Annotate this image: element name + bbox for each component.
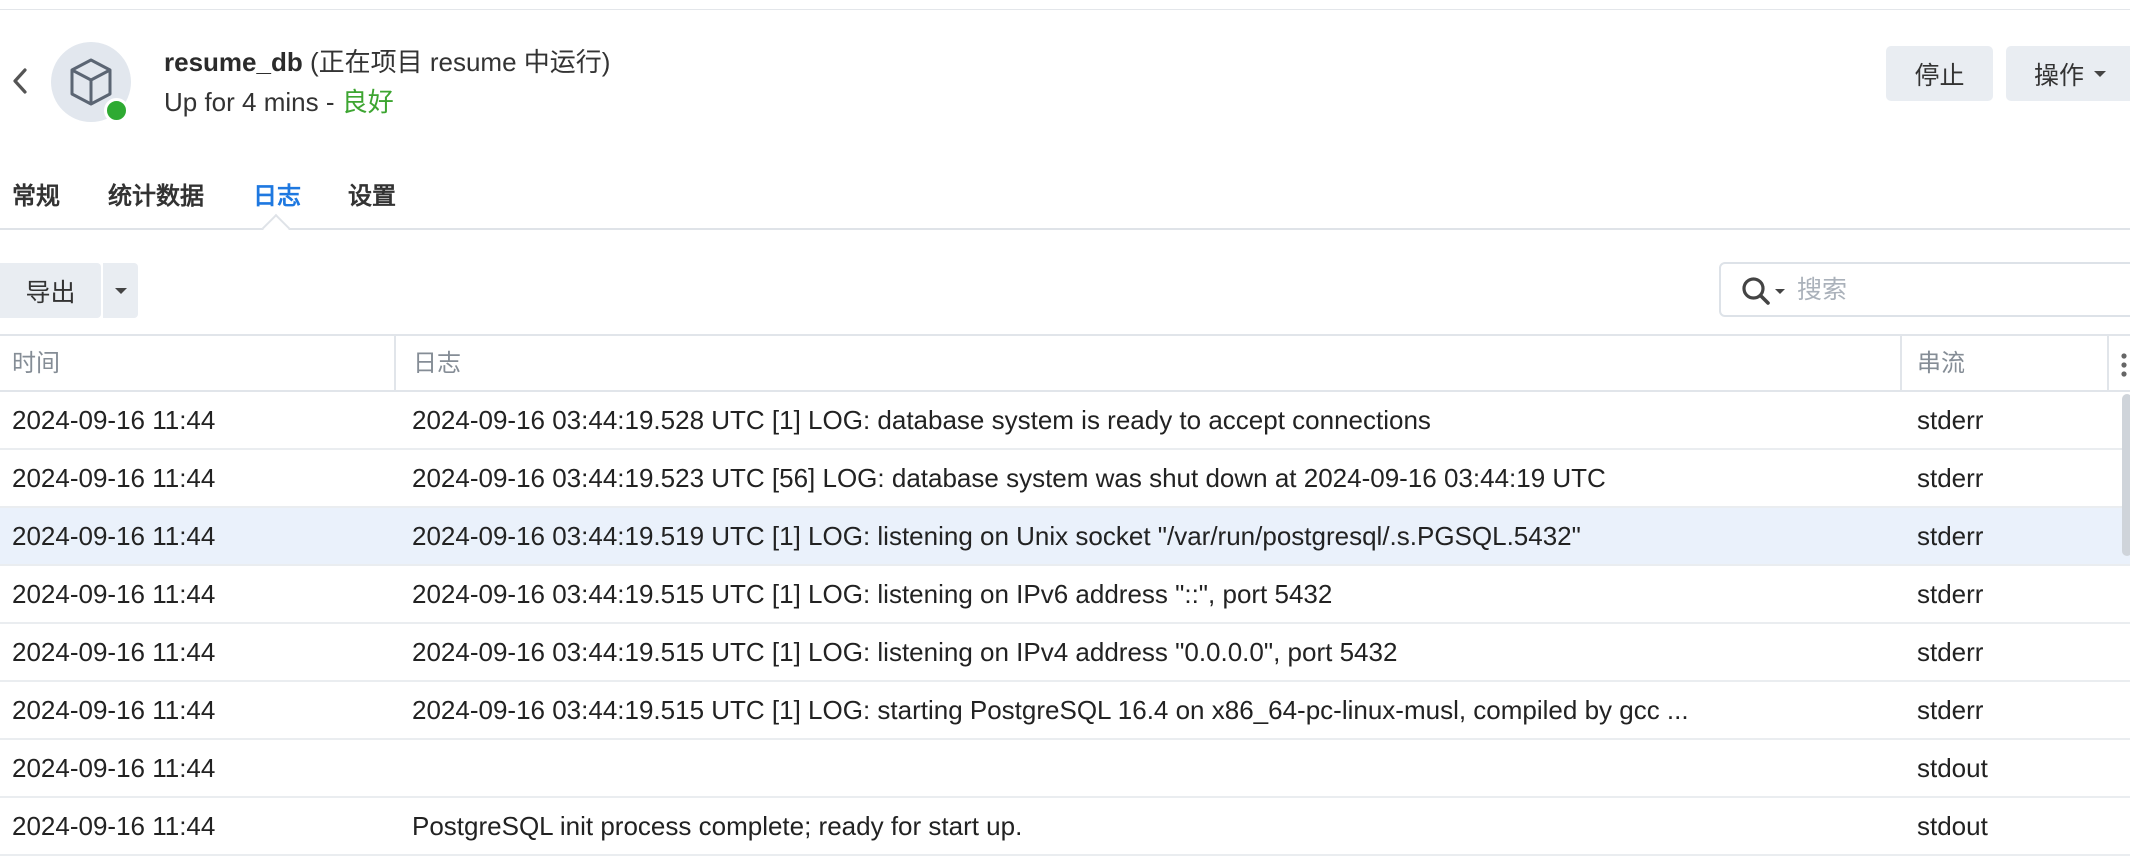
- cell-time: 2024-09-16 11:44: [12, 579, 216, 609]
- cell-time: 2024-09-16 11:44: [12, 405, 216, 435]
- cell-log: 2024-09-16 03:44:19.515 UTC [1] LOG: lis…: [412, 637, 1398, 667]
- tab-divider: [0, 228, 2130, 230]
- caret-down-icon: [2094, 70, 2107, 77]
- actions-button[interactable]: 操作: [2006, 46, 2130, 101]
- table-header: 时间 日志 串流: [0, 334, 2130, 392]
- tab-general[interactable]: 常规: [12, 176, 60, 211]
- more-vertical-icon[interactable]: [2120, 352, 2128, 378]
- cell-stream: stdout: [1917, 811, 1988, 841]
- actions-label: 操作: [2034, 61, 2085, 90]
- container-name: resume_db: [164, 47, 303, 77]
- status-dot: [104, 98, 129, 123]
- cell-stream: stdout: [1917, 753, 1988, 783]
- cell-time: 2024-09-16 11:44: [12, 463, 216, 493]
- table-row[interactable]: 2024-09-16 11:44 stdout: [0, 740, 2130, 798]
- top-divider: [0, 9, 2130, 10]
- cell-log: 2024-09-16 03:44:19.528 UTC [1] LOG: dat…: [412, 405, 1431, 435]
- column-header-log[interactable]: 日志: [413, 336, 461, 392]
- stop-button[interactable]: 停止: [1886, 46, 1993, 101]
- search-icon: [1742, 277, 1770, 305]
- back-button[interactable]: [6, 64, 34, 98]
- cell-stream: stderr: [1917, 405, 1984, 435]
- cell-log: 2024-09-16 03:44:19.515 UTC [1] LOG: lis…: [412, 579, 1333, 609]
- table-row[interactable]: 2024-09-16 11:44 2024-09-16 03:44:19.515…: [0, 566, 2130, 624]
- container-avatar: [51, 42, 131, 123]
- cell-stream: stderr: [1917, 521, 1984, 551]
- column-header-stream[interactable]: 串流: [1917, 336, 1965, 392]
- caret-down-icon: [1775, 288, 1785, 294]
- search-box: [1719, 262, 2130, 317]
- cell-log: 2024-09-16 03:44:19.515 UTC [1] LOG: sta…: [412, 695, 1689, 725]
- cell-time: 2024-09-16 11:44: [12, 695, 216, 725]
- health-status: 良好: [341, 87, 394, 117]
- cell-log: PostgreSQL init process complete; ready …: [412, 811, 1023, 841]
- search-input[interactable]: [1797, 272, 2130, 308]
- table-row[interactable]: 2024-09-16 11:44 2024-09-16 03:44:19.515…: [0, 682, 2130, 740]
- export-dropdown-button[interactable]: [103, 263, 138, 318]
- cell-log: [412, 740, 1882, 796]
- column-resize-handle[interactable]: [394, 336, 396, 392]
- tab-logs[interactable]: 日志: [253, 176, 301, 211]
- column-header-time[interactable]: 时间: [12, 336, 60, 392]
- table-row[interactable]: 2024-09-16 11:44 2024-09-16 03:44:19.515…: [0, 624, 2130, 682]
- table-scrollbar[interactable]: [2122, 394, 2130, 556]
- log-table: 时间 日志 串流 2024-09-16 11:44 2024-09-16 03:…: [0, 334, 2130, 856]
- uptime-text: Up for 4 mins -: [164, 87, 342, 117]
- caret-down-icon: [114, 287, 127, 294]
- cell-time: 2024-09-16 11:44: [12, 753, 216, 783]
- page-title: resume_db (正在项目 resume 中运行): [164, 44, 610, 80]
- cell-time: 2024-09-16 11:44: [12, 811, 216, 841]
- cell-log: 2024-09-16 03:44:19.523 UTC [56] LOG: da…: [412, 463, 1606, 493]
- cell-time: 2024-09-16 11:44: [12, 521, 216, 551]
- tab-bar: 常规 统计数据 日志 设置: [0, 166, 2130, 230]
- chevron-left-icon: [13, 68, 27, 94]
- project-note: (正在项目 resume 中运行): [309, 47, 611, 77]
- cell-log: 2024-09-16 03:44:19.519 UTC [1] LOG: lis…: [412, 521, 1581, 551]
- cell-time: 2024-09-16 11:44: [12, 637, 216, 667]
- column-resize-handle[interactable]: [1900, 336, 1902, 392]
- cell-stream: stderr: [1917, 695, 1984, 725]
- table-row[interactable]: 2024-09-16 11:44 2024-09-16 03:44:19.528…: [0, 392, 2130, 450]
- cell-stream: stderr: [1917, 579, 1984, 609]
- table-row-selected[interactable]: 2024-09-16 11:44 2024-09-16 03:44:19.519…: [0, 508, 2130, 566]
- table-row[interactable]: 2024-09-16 11:44 2024-09-16 03:44:19.523…: [0, 450, 2130, 508]
- export-button[interactable]: 导出: [0, 263, 101, 318]
- container-status: Up for 4 mins - 良好: [164, 84, 394, 120]
- cell-stream: stderr: [1917, 463, 1984, 493]
- tab-settings[interactable]: 设置: [348, 176, 396, 211]
- table-row[interactable]: 2024-09-16 11:44 PostgreSQL init process…: [0, 798, 2130, 856]
- search-filter-button[interactable]: [1741, 276, 1785, 306]
- tab-statistics[interactable]: 统计数据: [108, 176, 204, 211]
- cube-icon: [70, 58, 112, 106]
- cell-stream: stderr: [1917, 637, 1984, 667]
- column-resize-handle[interactable]: [2107, 336, 2109, 392]
